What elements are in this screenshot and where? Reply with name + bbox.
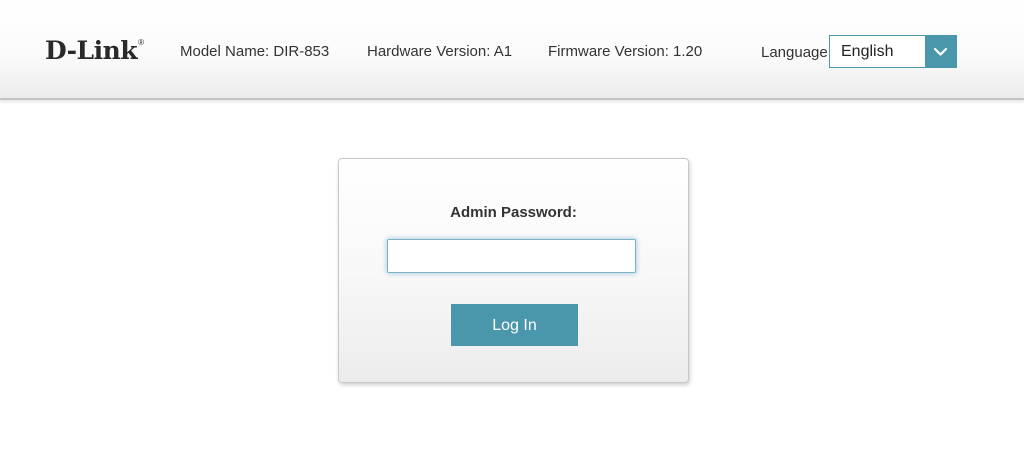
admin-password-label: Admin Password:	[450, 204, 577, 221]
model-name-text: Model Name: DIR-853	[180, 43, 330, 60]
header: D-Link® Model Name: DIR-853 Hardware Ver…	[0, 0, 1024, 100]
logo-text: D-Link	[45, 36, 138, 65]
registered-mark: ®	[138, 38, 144, 47]
language-select[interactable]: English	[829, 35, 957, 68]
chevron-down-icon	[933, 47, 948, 56]
language-label: Language:	[761, 44, 832, 61]
hardware-version-text: Hardware Version: A1	[367, 43, 513, 60]
language-dropdown-button[interactable]	[925, 36, 956, 67]
firmware-version-text: Firmware Version: 1.20	[548, 43, 703, 60]
login-button[interactable]: Log In	[451, 304, 578, 346]
dlink-logo: D-Link®	[45, 38, 144, 63]
language-selected-value: English	[841, 43, 894, 60]
admin-password-input[interactable]	[387, 239, 636, 273]
login-panel: Admin Password: Log In	[338, 158, 689, 383]
